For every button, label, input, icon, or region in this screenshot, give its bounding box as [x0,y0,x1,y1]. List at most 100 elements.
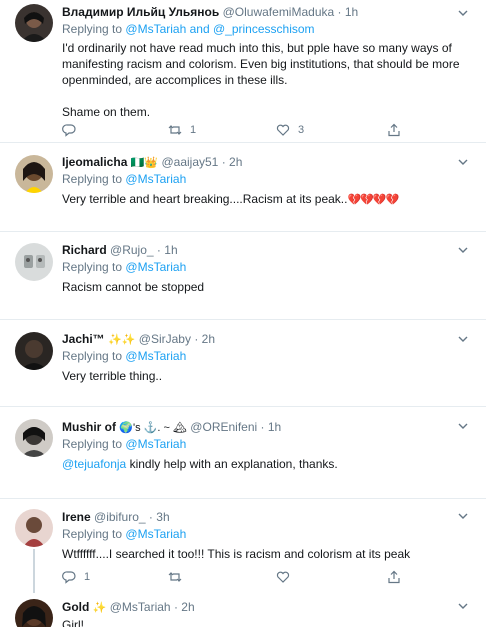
name-emoji: 🌍's ⚓. ~ 🏔 [119,422,187,434]
replying-to-label: Replying to [62,172,123,186]
heart-icon [276,571,290,583]
display-name[interactable]: Richard [62,243,107,257]
timestamp[interactable]: 3h [156,510,169,524]
retweet-icon [168,572,182,582]
reply-feed: Владимир Ильйц Ульяноь @OluwafemiMaduka … [0,0,486,627]
separator: · [194,332,199,346]
tweet-text: Very terrible thing.. [62,369,163,383]
tweet[interactable]: Mushir of 🌍's ⚓. ~ 🏔 @OREnifeni · 1h Rep… [0,407,486,499]
tweet-text: I'd ordinarily not have read much into t… [62,41,460,119]
share-icon [388,570,400,584]
tweet[interactable]: Владимир Ильйц Ульяноь @OluwafemiMaduka … [0,0,486,143]
retweet-count: 1 [190,124,197,136]
replying-to: Replying to @MsTariah [62,436,472,453]
tweet-text: Very terrible and heart breaking....Raci… [62,191,472,208]
mention-link[interactable]: @MsTariah [125,349,186,363]
replying-to-label: Replying to [62,437,123,451]
chevron-down-icon[interactable] [456,155,470,169]
name-emoji: 🇳🇬👑 [130,157,159,169]
reply-icon [62,124,76,137]
avatar[interactable] [15,419,53,457]
display-name[interactable]: Gold [62,600,89,614]
retweet-button[interactable] [168,568,182,586]
reply-button[interactable]: 1 [62,568,90,586]
user-handle[interactable]: @MsTariah [110,600,171,614]
mention-link[interactable]: @MsTariah [125,260,186,274]
user-handle[interactable]: @OluwafemiMaduka [223,5,335,19]
display-name[interactable]: Mushir of [62,420,116,434]
display-name[interactable]: Ijeomalicha [62,155,127,169]
timestamp[interactable]: 2h [202,332,215,346]
chevron-down-icon[interactable] [456,243,470,257]
reply-button[interactable] [62,121,76,139]
chevron-down-icon[interactable] [456,509,470,523]
timestamp[interactable]: 2h [181,600,194,614]
share-button[interactable] [387,568,401,586]
timestamp[interactable]: 2h [229,155,242,169]
user-handle[interactable]: @SirJaby [139,332,191,346]
like-count: 3 [298,124,305,136]
mention-link[interactable]: @MsTariah [125,437,186,451]
heart-icon [276,124,290,136]
tweet-text: @tejuafonja kindly help with an explanat… [62,456,472,472]
display-name[interactable]: Jachi™ [62,332,105,346]
chevron-down-icon[interactable] [456,332,470,346]
tweet[interactable]: Jachi™ ✨✨ @SirJaby · 2h Replying to @MsT… [0,320,486,407]
mention-link[interactable]: @MsTariah [125,22,186,36]
mention-link[interactable]: @MsTariah [125,527,186,541]
separator: · [221,155,226,169]
separator: · [337,5,342,19]
chevron-down-icon[interactable] [456,6,470,20]
retweet-button[interactable]: 1 [168,121,196,139]
like-button[interactable] [276,568,290,586]
replying-to-label: Replying to [62,22,123,36]
mention-link[interactable]: @_princesschisom [213,22,315,36]
avatar[interactable] [15,155,53,193]
replying-to: Replying to @MsTariah and @_princesschis… [62,21,472,38]
broken-heart-emoji: 💔💔💔💔 [347,194,399,206]
tweet-text: Wtffffff....I searched it too!!! This is… [62,547,411,561]
avatar[interactable] [15,332,53,370]
avatar[interactable] [15,243,53,281]
replying-to: Replying to @MsTariah [62,526,472,543]
user-handle[interactable]: @Rujo_ [110,243,154,257]
display-name[interactable]: Irene [62,510,91,524]
share-icon [388,123,400,137]
and-link[interactable]: and [190,22,210,36]
retweet-icon [168,125,182,135]
avatar[interactable] [15,4,53,42]
reply-icon [62,571,76,584]
tweet-text-body: Very terrible and heart breaking....Raci… [62,192,348,206]
replying-to: Replying to @MsTariah [62,259,472,276]
separator: · [148,510,153,524]
separator: · [156,243,161,257]
replying-to-label: Replying to [62,260,123,274]
mention-link[interactable]: @tejuafonja [62,457,126,471]
chevron-down-icon[interactable] [456,599,470,613]
replying-to: Replying to @MsTariah [62,348,472,365]
timestamp[interactable]: 1h [268,420,281,434]
like-button[interactable]: 3 [276,121,304,139]
tweet[interactable]: Richard @Rujo_ · 1h Replying to @MsTaria… [0,232,486,320]
tweet[interactable]: Ijeomalicha 🇳🇬👑 @aaijay51 · 2h Replying … [0,143,486,232]
chevron-down-icon[interactable] [456,419,470,433]
user-handle[interactable]: @OREnifeni [190,420,257,434]
separator: · [173,600,178,614]
avatar[interactable] [15,509,53,547]
timestamp[interactable]: 1h [164,243,177,257]
display-name[interactable]: Владимир Ильйц Ульяноь [62,5,219,19]
replying-to: Replying to @MsTariah [62,171,472,188]
timestamp[interactable]: 1h [345,5,358,19]
user-handle[interactable]: @ibifuro_ [94,510,146,524]
tweet-text-body: kindly help with an explanation, thanks. [126,457,338,471]
share-button[interactable] [387,121,401,139]
tweet-text: Girl! [62,618,84,627]
reply-count: 1 [84,571,91,583]
mention-link[interactable]: @MsTariah [125,172,186,186]
tweet[interactable]: Gold ✨ @MsTariah · 2h Girl! [0,591,486,627]
avatar[interactable] [15,599,53,627]
user-handle[interactable]: @aaijay51 [161,155,218,169]
name-emoji: ✨ [92,602,107,614]
tweet[interactable]: Irene @ibifuro_ · 3h Replying to @MsTari… [0,499,486,593]
name-emoji: ✨✨ [108,334,136,346]
